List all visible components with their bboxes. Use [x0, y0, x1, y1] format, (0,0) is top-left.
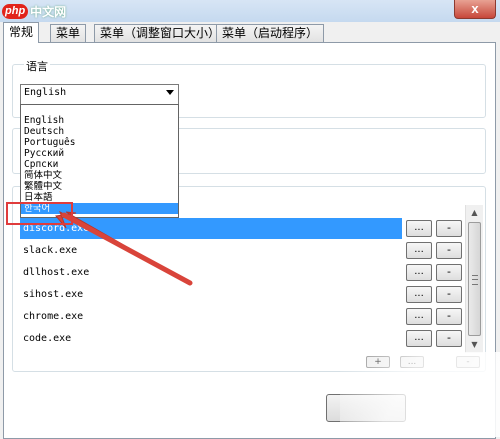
language-select-value: English	[24, 87, 67, 98]
tab-strip: 常规 菜单 菜单（调整窗口大小） 菜单（启动程序）	[3, 22, 497, 43]
process-list-scrollbar[interactable]: ▲ ▼	[465, 205, 483, 353]
remove-button[interactable]: -	[436, 286, 462, 303]
highlight-box	[6, 202, 73, 225]
logo-php: php	[2, 3, 29, 19]
process-name[interactable]: discord.exe	[20, 218, 402, 239]
watermark	[340, 352, 500, 437]
language-option-deutsch[interactable]: Deutsch	[21, 126, 178, 137]
language-dropdown: English Deutsch Português Русский Српски…	[20, 104, 179, 218]
title-bar: php 中文网 x	[0, 0, 500, 22]
process-name[interactable]: dllhost.exe	[20, 262, 402, 283]
browse-button[interactable]: ...	[406, 308, 432, 325]
browse-button[interactable]: ...	[406, 220, 432, 237]
language-option-traditional-chinese[interactable]: 繁體中文	[21, 181, 178, 192]
logo: php 中文网	[2, 2, 66, 20]
remove-button[interactable]: -	[436, 308, 462, 325]
list-item[interactable]: code.exe ... -	[20, 328, 463, 349]
process-name[interactable]: chrome.exe	[20, 306, 402, 327]
browse-button[interactable]: ...	[406, 264, 432, 281]
scroll-up-icon[interactable]: ▲	[466, 205, 483, 221]
list-item[interactable]: chrome.exe ... -	[20, 306, 463, 327]
list-item[interactable]: discord.exe ... -	[20, 218, 463, 239]
language-option-serbian[interactable]: Српски	[21, 159, 178, 170]
tab-general[interactable]: 常规	[3, 22, 40, 43]
browse-button[interactable]: ...	[406, 330, 432, 347]
language-option-portugues[interactable]: Português	[21, 137, 178, 148]
remove-button[interactable]: -	[436, 242, 462, 259]
chevron-down-icon[interactable]	[166, 90, 174, 95]
language-group-label: 语言	[24, 58, 50, 74]
language-option-english[interactable]: English	[21, 115, 178, 126]
remove-button[interactable]: -	[436, 220, 462, 237]
process-name[interactable]: slack.exe	[20, 240, 402, 261]
list-item[interactable]: dllhost.exe ... -	[20, 262, 463, 283]
tab-menu-launch[interactable]: 菜单（启动程序）	[216, 24, 325, 42]
scroll-down-icon[interactable]: ▼	[466, 337, 483, 353]
language-select[interactable]: English	[20, 84, 179, 105]
process-list: discord.exe ... - slack.exe ... - dllhos…	[20, 218, 463, 353]
remove-button[interactable]: -	[436, 264, 462, 281]
browse-button[interactable]: ...	[406, 286, 432, 303]
language-option-russian[interactable]: Русский	[21, 148, 178, 159]
list-item[interactable]: slack.exe ... -	[20, 240, 463, 261]
list-item[interactable]: sihost.exe ... -	[20, 284, 463, 305]
scroll-thumb[interactable]	[468, 222, 481, 336]
logo-cn: 中文网	[30, 4, 67, 19]
grip-icon	[472, 275, 478, 285]
close-button[interactable]: x	[454, 0, 496, 19]
process-name[interactable]: sihost.exe	[20, 284, 402, 305]
remove-button[interactable]: -	[436, 330, 462, 347]
browse-button[interactable]: ...	[406, 242, 432, 259]
language-option-simplified-chinese[interactable]: 简体中文	[21, 170, 178, 181]
tab-menu-resize[interactable]: 菜单（调整窗口大小）	[94, 24, 227, 42]
process-name[interactable]: code.exe	[20, 328, 402, 349]
tab-menu[interactable]: 菜单	[50, 24, 87, 42]
